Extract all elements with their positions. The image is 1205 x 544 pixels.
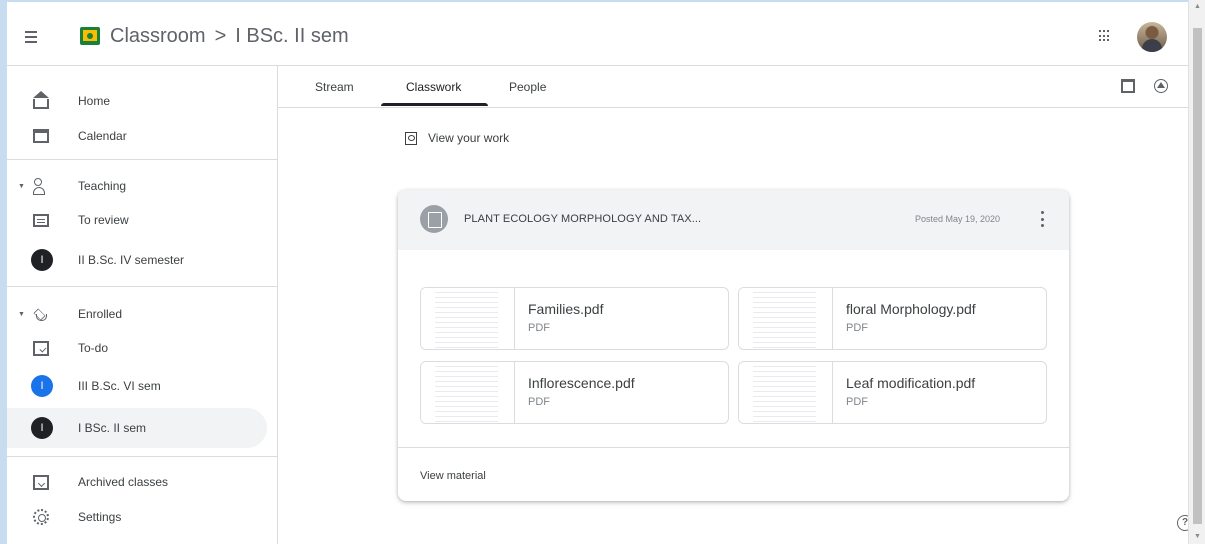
class-tabs: Stream Classwork People bbox=[278, 66, 1188, 108]
sidebar-item-label: Enrolled bbox=[78, 307, 123, 321]
google-calendar-icon[interactable] bbox=[1121, 79, 1135, 93]
breadcrumb-app-name[interactable]: Classroom bbox=[110, 25, 206, 47]
sidebar-item-label: Settings bbox=[78, 510, 122, 524]
sidebar-item-todo[interactable]: To-do bbox=[7, 328, 267, 368]
attachment-floral-morphology[interactable]: floral Morphology.pdf PDF bbox=[738, 287, 1047, 350]
pdf-thumbnail bbox=[739, 288, 833, 349]
menu-icon[interactable] bbox=[19, 25, 43, 49]
teaching-people-icon bbox=[33, 178, 49, 195]
assignment-ind-icon bbox=[405, 131, 417, 145]
sidebar: Home Calendar ▼ Teaching To review I II … bbox=[7, 66, 278, 544]
attachment-type: PDF bbox=[528, 322, 550, 334]
view-your-work-label: View your work bbox=[428, 131, 510, 145]
to-review-icon bbox=[33, 213, 49, 227]
pdf-thumbnail bbox=[421, 362, 515, 423]
attachment-name: Inflorescence.pdf bbox=[528, 375, 635, 391]
sidebar-item-label: Calendar bbox=[78, 129, 127, 143]
drive-folder-icon[interactable] bbox=[1154, 79, 1168, 93]
scroll-down-arrow-icon[interactable]: ▼ bbox=[1194, 533, 1201, 541]
active-tab-indicator bbox=[381, 103, 488, 106]
tab-stream[interactable]: Stream bbox=[315, 80, 354, 94]
calendar-icon bbox=[33, 129, 49, 143]
sidebar-item-calendar[interactable]: Calendar bbox=[7, 116, 267, 156]
attachment-inflorescence[interactable]: Inflorescence.pdf PDF bbox=[420, 361, 729, 424]
attachment-name: floral Morphology.pdf bbox=[846, 301, 976, 317]
breadcrumb: Classroom > I BSc. II sem bbox=[110, 25, 349, 48]
class-avatar: I bbox=[31, 249, 53, 271]
class-avatar: I bbox=[31, 375, 53, 397]
pdf-thumbnail bbox=[421, 288, 515, 349]
attachment-name: Families.pdf bbox=[528, 301, 604, 317]
window-frame-left bbox=[0, 0, 7, 544]
sidebar-item-label: To-do bbox=[78, 341, 109, 355]
sidebar-item-label: II B.Sc. IV semester bbox=[78, 253, 185, 267]
sidebar-item-label: III B.Sc. VI sem bbox=[78, 379, 161, 393]
sidebar-item-class-i-bsc-ii[interactable]: I I BSc. II sem bbox=[7, 408, 267, 448]
sidebar-item-to-review[interactable]: To review bbox=[7, 200, 267, 240]
attachment-families[interactable]: Families.pdf PDF bbox=[420, 287, 729, 350]
sidebar-item-home[interactable]: Home bbox=[7, 81, 267, 121]
tab-classwork[interactable]: Classwork bbox=[406, 80, 461, 94]
sidebar-item-label: I BSc. II sem bbox=[78, 421, 147, 435]
classroom-logo-icon[interactable] bbox=[80, 27, 100, 45]
expand-caret-icon[interactable]: ▼ bbox=[18, 183, 25, 190]
account-avatar[interactable] bbox=[1137, 22, 1167, 52]
sidebar-item-label: Home bbox=[78, 94, 111, 108]
scroll-up-arrow-icon[interactable]: ▲ bbox=[1194, 3, 1201, 11]
sidebar-divider bbox=[7, 456, 278, 457]
sidebar-item-settings[interactable]: Settings bbox=[7, 497, 267, 537]
class-avatar: I bbox=[31, 417, 53, 439]
todo-checklist-icon bbox=[33, 340, 49, 356]
material-card-header[interactable]: PLANT ECOLOGY MORPHOLOGY AND TAX... Post… bbox=[398, 190, 1069, 250]
home-icon bbox=[33, 91, 49, 109]
sidebar-item-class-iii-bsc-vi[interactable]: I III B.Sc. VI sem bbox=[7, 366, 267, 406]
attachment-name: Leaf modification.pdf bbox=[846, 375, 976, 391]
classroom-app: Classroom > I BSc. II sem Home Calendar ▼ … bbox=[7, 8, 1193, 544]
google-apps-icon[interactable] bbox=[1099, 30, 1111, 42]
pdf-thumbnail bbox=[739, 362, 833, 423]
material-card-footer: View material bbox=[398, 447, 1069, 501]
view-your-work-link[interactable]: View your work bbox=[405, 131, 509, 145]
attachment-leaf-modification[interactable]: Leaf modification.pdf PDF bbox=[738, 361, 1047, 424]
expand-caret-icon[interactable]: ▼ bbox=[18, 311, 25, 318]
material-icon bbox=[420, 205, 448, 233]
posted-date: Posted May 19, 2020 bbox=[915, 214, 1001, 224]
scrollbar-thumb[interactable] bbox=[1193, 28, 1202, 524]
breadcrumb-separator: > bbox=[214, 25, 227, 47]
attachment-type: PDF bbox=[846, 396, 868, 408]
attachment-type: PDF bbox=[528, 396, 550, 408]
sidebar-item-archived-classes[interactable]: Archived classes bbox=[7, 462, 267, 502]
archive-icon bbox=[33, 474, 49, 490]
sidebar-item-class-ii-bsc-iv[interactable]: I II B.Sc. IV semester bbox=[7, 240, 267, 280]
vertical-scrollbar[interactable]: ▲ ▼ bbox=[1188, 0, 1205, 544]
gear-icon bbox=[33, 509, 49, 525]
attachment-type: PDF bbox=[846, 322, 868, 334]
view-material-link[interactable]: View material bbox=[420, 470, 486, 482]
sidebar-item-label: Archived classes bbox=[78, 475, 169, 489]
material-title[interactable]: PLANT ECOLOGY MORPHOLOGY AND TAX... bbox=[464, 213, 701, 225]
top-app-bar: Classroom > I BSc. II sem bbox=[7, 8, 1188, 66]
tab-people[interactable]: People bbox=[509, 80, 546, 94]
sidebar-divider bbox=[7, 286, 278, 287]
material-card: PLANT ECOLOGY MORPHOLOGY AND TAX... Post… bbox=[398, 190, 1069, 501]
graduation-cap-icon bbox=[33, 306, 49, 322]
breadcrumb-class-name[interactable]: I BSc. II sem bbox=[235, 25, 348, 47]
more-options-icon[interactable] bbox=[1041, 211, 1045, 227]
window-frame-top bbox=[7, 0, 1188, 8]
sidebar-divider bbox=[7, 159, 278, 160]
sidebar-item-label: To review bbox=[78, 213, 129, 227]
sidebar-item-label: Teaching bbox=[78, 179, 127, 193]
